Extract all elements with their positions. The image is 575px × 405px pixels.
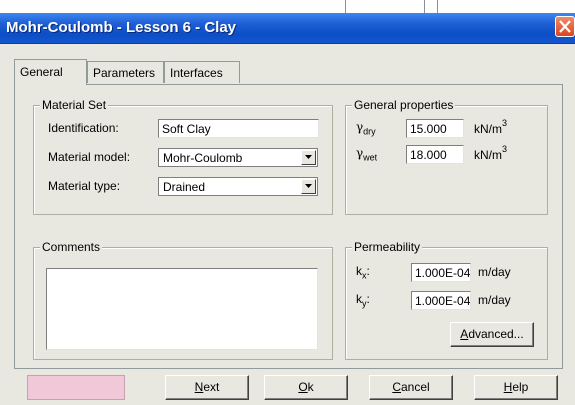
close-button[interactable] (555, 16, 575, 37)
ky-label: ky: (356, 292, 370, 308)
comments-legend: Comments (40, 240, 103, 254)
gamma-wet-input[interactable]: 18.000 (406, 145, 464, 164)
next-label: ext (203, 380, 220, 394)
background-divider (437, 0, 438, 13)
gamma-wet-label: γwet (356, 146, 377, 162)
ok-access-key: O (298, 380, 308, 394)
cancel-access-key: C (392, 380, 401, 394)
material-set-group: Material Set Identification: Soft Clay M… (33, 98, 333, 215)
colon: : (366, 264, 370, 278)
background-window-strip (0, 0, 575, 13)
background-divider (424, 0, 425, 13)
material-type-value: Drained (163, 180, 206, 194)
kx-label: kx: (356, 264, 370, 280)
identification-label: Identification: (48, 121, 119, 135)
material-type-dropdown-button[interactable] (301, 179, 316, 194)
permeability-legend: Permeability (352, 240, 423, 254)
permeability-group: Permeability kx: 1.000E-04 m/day ky: 1.0… (345, 240, 548, 360)
kx-input[interactable]: 1.000E-04 (411, 263, 471, 282)
gamma-wet-unit: kN/m3 (474, 144, 508, 162)
advanced-label: dvanced... (468, 327, 524, 341)
gamma-dry-label: γdry (356, 120, 376, 136)
chevron-down-icon (305, 155, 312, 159)
title-bar[interactable]: Mohr-Coulomb - Lesson 6 - Clay (0, 13, 575, 44)
tab-interfaces[interactable]: Interfaces (164, 61, 240, 83)
material-model-dropdown-button[interactable] (301, 150, 316, 165)
material-model-label: Material model: (48, 150, 131, 164)
tab-panel-general: Material Set Identification: Soft Clay M… (14, 84, 563, 369)
tab-general[interactable]: General (14, 59, 87, 85)
color-swatch[interactable] (27, 375, 125, 400)
tab-parameters[interactable]: Parameters (87, 61, 164, 83)
material-type-label: Material type: (48, 179, 121, 193)
close-icon (559, 20, 571, 33)
identification-input[interactable]: Soft Clay (158, 119, 319, 138)
ok-button[interactable]: Ok (264, 375, 348, 400)
gamma-dry-input[interactable]: 15.000 (406, 119, 464, 138)
wet-subscript: wet (363, 152, 378, 163)
ok-label: k (307, 380, 314, 394)
cancel-label: ancel (400, 380, 430, 394)
colon: : (366, 292, 370, 306)
window-title: Mohr-Coulomb - Lesson 6 - Clay (6, 19, 237, 36)
ky-unit: m/day (478, 293, 511, 307)
comments-textarea[interactable] (46, 268, 318, 350)
material-model-value: Mohr-Coulomb (163, 151, 243, 165)
kx-unit: m/day (478, 265, 511, 279)
help-label: elp (512, 380, 529, 394)
dry-subscript: dry (363, 126, 376, 137)
unit-exponent: 3 (502, 118, 508, 128)
gamma-dry-unit: kN/m3 (474, 118, 508, 136)
help-button[interactable]: Help (474, 375, 558, 400)
chevron-down-icon (305, 184, 312, 188)
unit-text: kN/m (474, 148, 502, 162)
unit-exponent: 3 (502, 144, 508, 154)
background-divider (345, 0, 346, 13)
cancel-button[interactable]: Cancel (369, 375, 453, 400)
ky-input[interactable]: 1.000E-04 (411, 291, 471, 310)
comments-group: Comments (33, 240, 333, 360)
next-button[interactable]: Next (165, 375, 249, 400)
material-model-select[interactable]: Mohr-Coulomb (158, 148, 318, 167)
general-properties-group: General properties γdry 15.000 kN/m3 γwe… (345, 98, 548, 215)
material-set-legend: Material Set (40, 98, 109, 112)
material-type-select[interactable]: Drained (158, 177, 318, 196)
general-properties-legend: General properties (352, 98, 456, 112)
unit-text: kN/m (474, 122, 502, 136)
advanced-button[interactable]: Advanced... (450, 322, 534, 347)
dialog-window: Mohr-Coulomb - Lesson 6 - Clay General P… (0, 13, 575, 405)
